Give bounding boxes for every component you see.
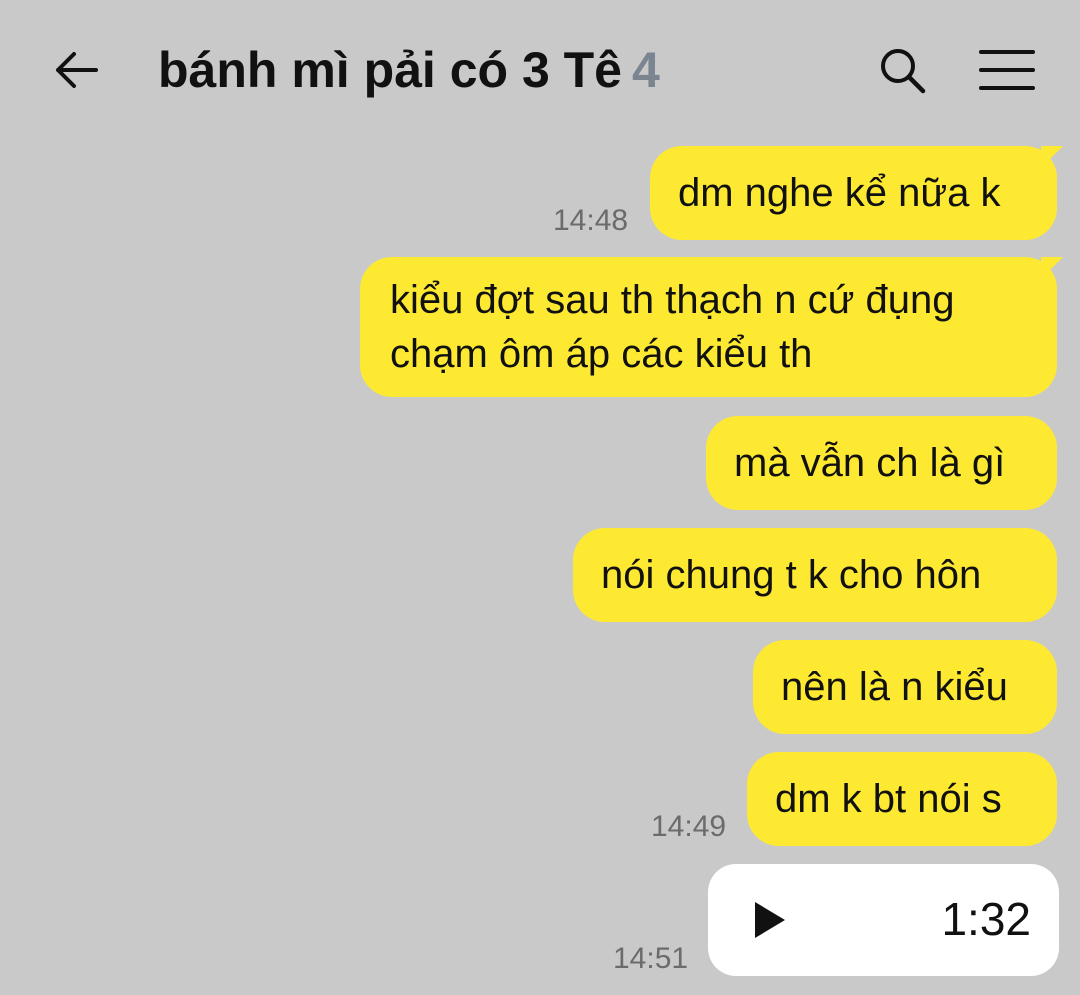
member-count: 4 (632, 42, 660, 98)
search-button[interactable] (874, 42, 930, 98)
chat-header: bánh mì pải có 3 Tê 4 (0, 0, 1080, 140)
message-time: 14:51 (613, 942, 689, 975)
message-text: mà vẫn ch là gì (734, 441, 1006, 485)
message-text: dm nghe kể nữa k (678, 171, 1001, 215)
group-name: bánh mì pải có 3 Tê (158, 42, 622, 98)
message-time: 14:48 (553, 204, 629, 237)
message-text: dm k bt nói s (775, 777, 1002, 821)
message-bubble[interactable]: nên là n kiểu (753, 640, 1057, 734)
back-button[interactable] (50, 44, 102, 96)
play-button[interactable] (748, 898, 792, 942)
message-time: 14:49 (651, 810, 727, 843)
message-bubble[interactable]: dm k bt nói s (747, 752, 1057, 846)
message-text: nói chung t k cho hôn (601, 553, 982, 597)
message-bubble[interactable]: kiểu đợt sau th thạch n cứ đụng chạm ôm … (360, 257, 1063, 397)
hamburger-menu-icon (979, 50, 1035, 90)
arrow-left-icon (56, 52, 98, 88)
play-icon (755, 902, 785, 938)
chat-title[interactable]: bánh mì pải có 3 Tê 4 (158, 38, 660, 102)
message-bubble[interactable]: dm nghe kể nữa k (650, 146, 1063, 240)
menu-button[interactable] (976, 42, 1038, 98)
message-text: nên là n kiểu (781, 665, 1008, 709)
message-text: kiểu đợt sau th thạch n cứ đụng chạm ôm … (390, 278, 955, 376)
message-bubble[interactable]: nói chung t k cho hôn (573, 528, 1057, 622)
message-bubble[interactable]: mà vẫn ch là gì (706, 416, 1057, 510)
voice-message-bubble[interactable]: 1:32 (708, 864, 1059, 976)
voice-duration: 1:32 (941, 893, 1031, 945)
search-icon (881, 49, 926, 94)
